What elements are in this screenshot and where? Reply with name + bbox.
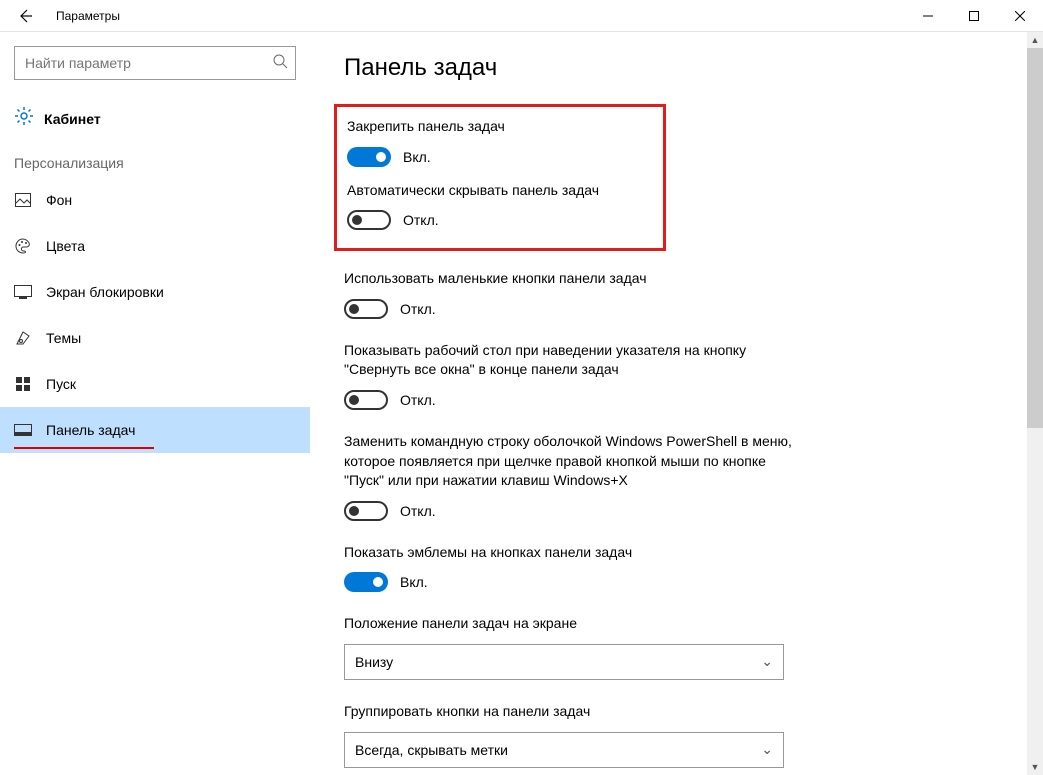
window-title: Параметры [56,9,120,23]
themes-icon [14,330,32,346]
home-label: Кабинет [44,111,101,127]
setting-label-badges: Показать эмблемы на кнопках панели задач [344,543,804,563]
maximize-button[interactable] [951,0,997,32]
scroll-up-icon[interactable]: ▲ [1027,32,1043,48]
toggle-peek[interactable] [344,390,388,410]
sidebar-item-lockscreen[interactable]: Экран блокировки [0,269,310,315]
titlebar: Параметры [0,0,1043,32]
close-button[interactable] [997,0,1043,32]
setting-label-powershell: Заменить командную строку оболочкой Wind… [344,432,804,491]
chevron-down-icon: ⌄ [761,653,773,670]
sidebar-item-label: Экран блокировки [46,284,164,300]
dropdown-value: Всегда, скрывать метки [355,742,508,758]
sidebar-item-label: Темы [46,330,81,346]
sidebar: Кабинет Персонализация Фон Цвета Экран б… [0,32,310,775]
setting-label-peek: Показывать рабочий стол при наведении ук… [344,341,804,380]
setting-label-small-buttons: Использовать маленькие кнопки панели зад… [344,269,804,289]
lockscreen-icon [14,285,32,299]
palette-icon [14,238,32,254]
scrollbar[interactable]: ▲ ▼ [1027,32,1043,775]
search-icon [272,53,288,74]
minimize-button[interactable] [905,0,951,32]
page-title: Панель задач [344,54,1023,82]
sidebar-item-colors[interactable]: Цвета [0,223,310,269]
setting-label-autohide: Автоматически скрывать панель задач [347,181,653,201]
taskbar-icon [14,424,32,436]
scroll-thumb[interactable] [1027,48,1043,428]
toggle-powershell[interactable] [344,501,388,521]
sidebar-item-label: Цвета [46,238,85,254]
sidebar-item-background[interactable]: Фон [0,177,310,223]
dropdown-position[interactable]: Внизу ⌄ [344,644,784,680]
sidebar-item-label: Фон [46,192,72,208]
toggle-state: Вкл. [400,574,428,590]
dropdown-label-combine: Группировать кнопки на панели задач [344,702,804,722]
toggle-state: Откл. [400,503,436,519]
back-button[interactable] [10,1,40,31]
dropdown-label-position: Положение панели задач на экране [344,614,804,634]
sidebar-item-label: Панель задач [46,422,135,438]
sidebar-item-taskbar[interactable]: Панель задач [0,407,310,453]
group-label: Персонализация [0,145,310,177]
home-link[interactable]: Кабинет [0,98,310,145]
window-controls [905,0,1043,32]
toggle-state: Вкл. [403,149,431,165]
sidebar-item-start[interactable]: Пуск [0,361,310,407]
setting-label-lock: Закрепить панель задач [347,117,653,137]
toggle-state: Откл. [400,301,436,317]
dropdown-value: Внизу [355,654,393,670]
sidebar-item-label: Пуск [46,376,76,392]
arrow-left-icon [17,8,33,24]
scroll-down-icon[interactable]: ▼ [1027,759,1043,775]
toggle-badges[interactable] [344,572,388,592]
toggle-state: Откл. [400,392,436,408]
toggle-small-buttons[interactable] [344,299,388,319]
toggle-lock-taskbar[interactable] [347,147,391,167]
annotation-underline [14,447,154,449]
dropdown-combine[interactable]: Всегда, скрывать метки ⌄ [344,732,784,768]
content-area: Панель задач Закрепить панель задач Вкл.… [310,32,1043,775]
sidebar-item-themes[interactable]: Темы [0,315,310,361]
annotation-highlight-box: Закрепить панель задач Вкл. Автоматическ… [334,104,666,251]
gear-icon [14,106,34,131]
toggle-state: Откл. [403,212,439,228]
picture-icon [14,193,32,207]
start-icon [14,377,32,391]
chevron-down-icon: ⌄ [761,741,773,758]
toggle-autohide[interactable] [347,210,391,230]
search-input[interactable] [14,46,296,80]
